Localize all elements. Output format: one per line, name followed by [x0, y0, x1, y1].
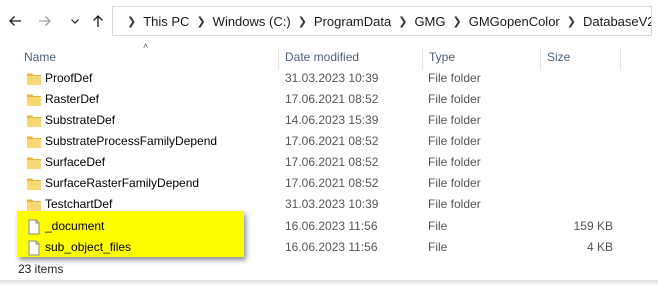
chevron-right-icon[interactable]: ❯ — [196, 15, 205, 28]
column-divider[interactable] — [620, 48, 621, 70]
folder-icon — [27, 115, 41, 127]
chevron-right-icon[interactable]: ❯ — [453, 15, 462, 28]
folder-icon — [27, 94, 41, 106]
item-date: 31.03.2023 10:39 — [285, 197, 379, 211]
chevron-right-icon[interactable]: ❯ — [298, 15, 307, 28]
file-explorer-window: ❯ This PC ❯ Windows (C:) ❯ ProgramData ❯… — [0, 0, 658, 286]
item-type: File folder — [428, 92, 481, 106]
item-name: RasterDef — [45, 92, 100, 106]
item-name: SurfaceRasterFamilyDepend — [45, 176, 200, 190]
breadcrumb-gmgopencolor[interactable]: GMGopenColor — [469, 14, 560, 29]
item-type: File — [428, 219, 448, 233]
column-header-date-modified[interactable]: Date modified — [285, 50, 359, 64]
item-name: SurfaceDef — [45, 155, 106, 169]
column-header-type[interactable]: Type — [429, 50, 455, 64]
breadcrumb-programdata[interactable]: ProgramData — [314, 14, 391, 29]
status-item-count: 23 items — [18, 262, 64, 276]
item-date: 16.06.2023 11:56 — [285, 219, 378, 233]
column-header-size[interactable]: Size — [547, 50, 570, 64]
item-type: File — [428, 240, 448, 254]
navigation-bar: ❯ This PC ❯ Windows (C:) ❯ ProgramData ❯… — [0, 0, 658, 44]
folder-icon — [27, 199, 41, 211]
column-divider[interactable] — [278, 48, 279, 70]
item-type: File folder — [428, 155, 481, 169]
item-name: _document — [45, 219, 105, 233]
item-type: File folder — [428, 71, 481, 85]
chevron-right-icon[interactable]: ❯ — [567, 15, 576, 28]
window-bottom-edge — [0, 280, 658, 286]
item-date: 17.06.2021 08:52 — [285, 155, 379, 169]
arrow-right-icon — [39, 16, 51, 26]
breadcrumb-this-pc[interactable]: This PC — [143, 14, 189, 29]
list-item-folder[interactable]: SurfaceRasterFamilyDepend 17.06.2021 08:… — [0, 173, 658, 194]
list-item-folder[interactable]: TestchartDef 31.03.2023 10:39 File folde… — [0, 194, 658, 215]
chevron-down-icon — [71, 19, 79, 24]
up-button[interactable] — [89, 10, 107, 32]
file-icon — [28, 219, 40, 235]
list-item-folder[interactable]: RasterDef 17.06.2021 08:52 File folder — [0, 89, 658, 110]
arrow-left-icon — [9, 16, 21, 26]
item-type: File folder — [428, 134, 481, 148]
list-item-file[interactable]: sub_object_files 16.06.2023 11:56 File 4… — [0, 237, 658, 258]
item-name: SubstrateProcessFamilyDepend — [45, 134, 218, 148]
folder-icon — [27, 73, 41, 85]
item-date: 17.06.2021 08:52 — [285, 176, 379, 190]
list-item-file[interactable]: _document 16.06.2023 11:56 File 159 KB — [0, 216, 658, 237]
item-date: 16.06.2023 11:56 — [285, 240, 378, 254]
item-type: File folder — [428, 113, 481, 127]
recent-locations-button[interactable] — [66, 10, 84, 32]
item-date: 17.06.2021 08:52 — [285, 134, 379, 148]
item-name: sub_object_files — [45, 240, 132, 254]
item-type: File folder — [428, 197, 481, 211]
chevron-right-icon[interactable]: ❯ — [398, 15, 407, 28]
file-icon — [28, 240, 40, 256]
folder-icon — [27, 136, 41, 148]
list-item-folder[interactable]: SurfaceDef 17.06.2021 08:52 File folder — [0, 152, 658, 173]
column-header-name[interactable]: Name — [24, 50, 56, 64]
item-size: 159 KB — [573, 219, 613, 233]
address-bar[interactable]: ❯ This PC ❯ Windows (C:) ❯ ProgramData ❯… — [112, 6, 652, 36]
back-button[interactable] — [6, 10, 24, 32]
folder-icon — [27, 157, 41, 169]
column-divider[interactable] — [540, 48, 541, 70]
list-item-folder[interactable]: SubstrateDef 14.06.2023 15:39 File folde… — [0, 110, 658, 131]
list-item-folder[interactable]: ProofDef 31.03.2023 10:39 File folder — [0, 68, 658, 89]
folder-icon — [27, 178, 41, 190]
column-divider[interactable] — [422, 48, 423, 70]
item-name: ProofDef — [45, 71, 93, 85]
chevron-right-icon[interactable]: ❯ — [127, 15, 136, 28]
breadcrumb-gmg[interactable]: GMG — [414, 14, 445, 29]
list-item-folder[interactable]: SubstrateProcessFamilyDepend 17.06.2021 … — [0, 131, 658, 152]
forward-button[interactable] — [36, 10, 54, 32]
item-name: SubstrateDef — [45, 113, 116, 127]
item-size: 4 KB — [586, 240, 613, 254]
item-name: TestchartDef — [45, 197, 113, 211]
breadcrumb-windows-c[interactable]: Windows (C:) — [213, 14, 291, 29]
item-date: 17.06.2021 08:52 — [285, 92, 379, 106]
item-type: File folder — [428, 176, 481, 190]
arrow-up-icon — [93, 15, 103, 27]
column-header-row: Name Date modified Type Size — [0, 48, 658, 70]
breadcrumb-databasev2[interactable]: DatabaseV2 — [583, 14, 651, 29]
item-date: 14.06.2023 15:39 — [285, 113, 379, 127]
item-date: 31.03.2023 10:39 — [285, 71, 379, 85]
